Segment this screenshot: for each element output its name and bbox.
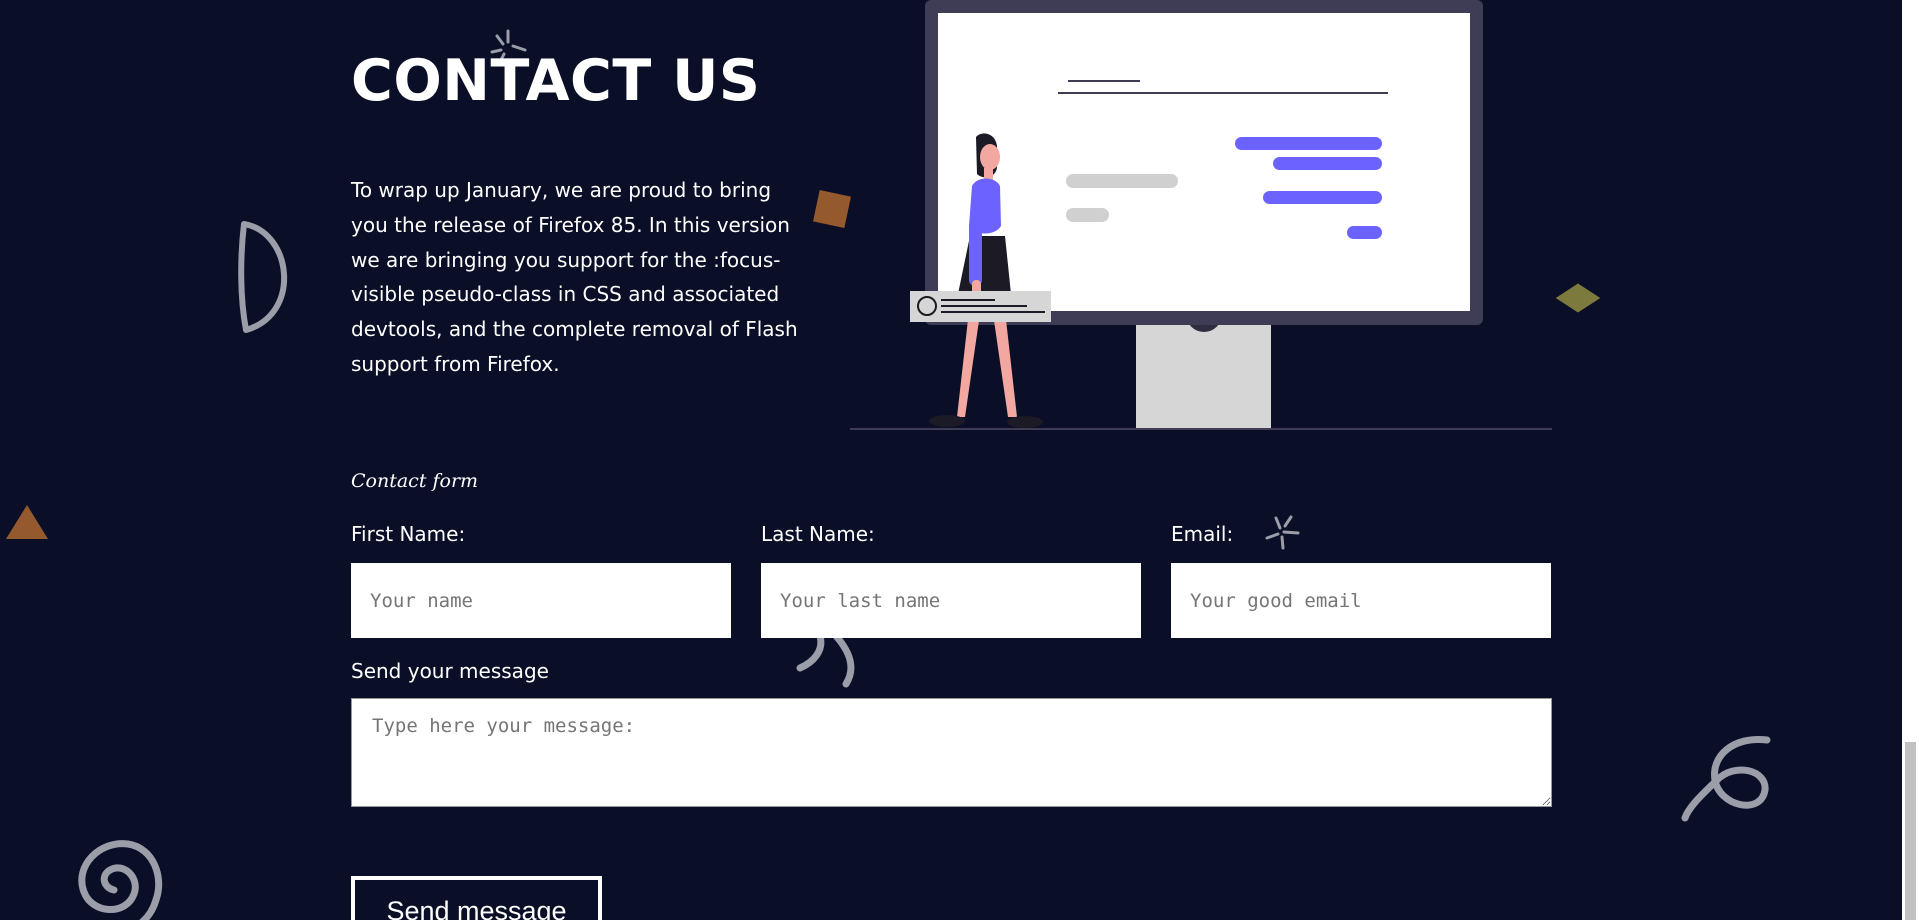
page-scrollbar[interactable]	[1902, 0, 1919, 920]
contact-page: CONTACT US To wrap up January, we are pr…	[0, 0, 1919, 920]
spiral-icon	[78, 840, 163, 920]
last-name-input[interactable]	[761, 563, 1141, 638]
screen-bar-purple-3	[1263, 191, 1382, 204]
message-label: Send your message	[351, 659, 549, 683]
screen-bar-purple-1	[1235, 137, 1382, 150]
message-textarea[interactable]	[351, 698, 1552, 807]
page-title: CONTACT US	[351, 48, 761, 114]
curl-icon	[1681, 736, 1771, 822]
screen-bar-purple-2	[1273, 157, 1382, 170]
monitor-screen	[938, 13, 1470, 311]
id-card	[910, 291, 1051, 322]
sparkle-icon	[1265, 515, 1300, 550]
screen-bar-gray-2	[1066, 208, 1109, 222]
send-message-button[interactable]: Send message	[351, 876, 602, 920]
email-label: Email:	[1171, 522, 1234, 546]
contact-illustration	[850, 0, 1552, 430]
scrollbar-thumb[interactable]	[1905, 742, 1916, 920]
intro-paragraph: To wrap up January, we are proud to brin…	[351, 178, 798, 376]
screen-bar-purple-4	[1347, 226, 1382, 239]
screen-bar-gray-1	[1066, 174, 1178, 188]
diamond-shape	[1555, 283, 1601, 313]
last-name-label: Last Name:	[761, 522, 875, 546]
form-caption: Contact form	[351, 470, 479, 492]
first-name-input[interactable]	[351, 563, 731, 638]
triangle-shape	[6, 505, 48, 539]
first-name-label: First Name:	[351, 522, 466, 546]
half-circle-icon	[238, 221, 287, 333]
email-input[interactable]	[1171, 563, 1551, 638]
